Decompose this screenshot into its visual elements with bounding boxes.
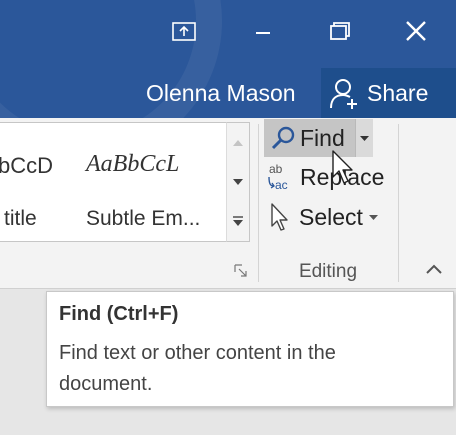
find-tooltip: Find (Ctrl+F) Find text or other content… <box>46 291 454 407</box>
styles-gallery: bCcD title AaBbCcL Subtle Em... <box>0 122 227 242</box>
magnifier-icon <box>271 126 295 150</box>
restore-icon <box>330 22 350 40</box>
close-button[interactable] <box>396 14 436 50</box>
ribbon-display-options-button[interactable] <box>164 14 204 50</box>
gallery-more-button[interactable] <box>227 201 249 240</box>
select-button[interactable]: Select <box>268 200 378 234</box>
share-label: Share <box>367 79 429 106</box>
select-label: Select <box>299 203 363 230</box>
restore-button[interactable] <box>320 14 360 50</box>
chevron-down-icon <box>368 214 378 220</box>
gallery-scroll-up-button[interactable] <box>227 123 249 162</box>
dialog-launcher-icon <box>234 264 247 277</box>
chevron-down-icon <box>360 135 369 141</box>
gallery-scroll-down-button[interactable] <box>227 162 249 201</box>
style-preview: AaBbCcL <box>86 151 180 177</box>
tooltip-description: Find text or other content in the docume… <box>59 342 336 395</box>
replace-button[interactable]: ab ac Replace <box>266 160 384 194</box>
editing-group-label: Editing <box>298 261 358 282</box>
replace-icon: ab ac <box>268 162 288 192</box>
svg-text:ab: ab <box>269 162 283 176</box>
style-name: title <box>4 207 37 230</box>
user-name[interactable]: Olenna Mason <box>146 80 296 107</box>
ribbon-display-options-icon <box>172 22 196 41</box>
minimize-button[interactable] <box>243 14 283 50</box>
title-bar: Olenna Mason Share <box>0 0 456 118</box>
chevron-up-icon <box>426 264 442 274</box>
close-icon <box>406 21 426 41</box>
chevron-up-icon <box>233 139 243 146</box>
svg-text:ac: ac <box>275 178 288 192</box>
tooltip-title: Find (Ctrl+F) <box>59 303 179 325</box>
gallery-scrollbar <box>226 122 250 242</box>
style-name: Subtle Em... <box>86 207 201 230</box>
share-button[interactable]: Share <box>321 68 456 118</box>
group-divider <box>258 124 259 282</box>
styles-dialog-launcher[interactable] <box>234 264 248 278</box>
find-label: Find <box>300 124 345 151</box>
collapse-ribbon-button[interactable] <box>424 260 444 280</box>
expand-gallery-icon <box>233 215 243 226</box>
minimize-icon <box>256 32 270 34</box>
find-dropdown-button[interactable] <box>355 119 373 157</box>
group-divider <box>398 124 399 282</box>
select-arrow-icon <box>271 203 288 231</box>
share-person-icon <box>330 79 357 109</box>
mouse-cursor-icon <box>332 150 353 184</box>
style-preview: bCcD <box>0 153 54 178</box>
chevron-down-icon <box>233 178 243 185</box>
